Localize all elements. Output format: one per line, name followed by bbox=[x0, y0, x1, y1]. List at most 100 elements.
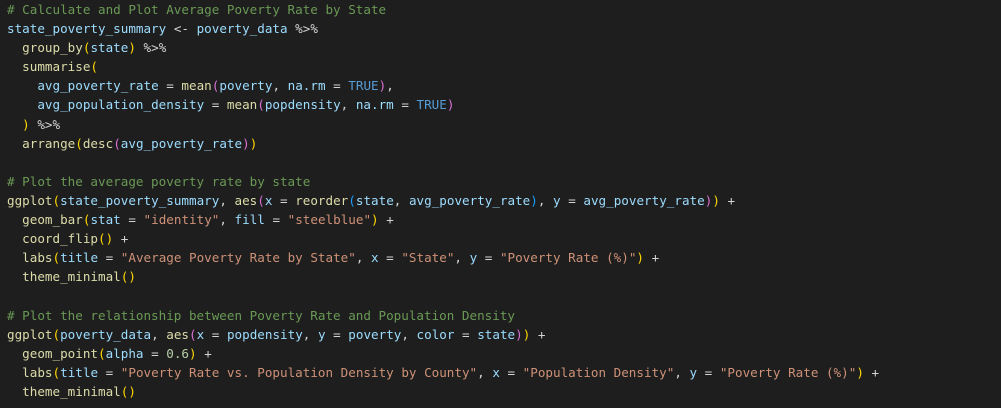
code-token: ggplot bbox=[7, 326, 53, 342]
code-line[interactable]: geom_point(alpha = 0.6) + bbox=[7, 344, 879, 363]
code-token: ) bbox=[128, 40, 136, 56]
code-line[interactable]: state_poverty_summary <- poverty_data %>… bbox=[7, 19, 879, 38]
code-token: poverty_data bbox=[60, 326, 152, 342]
code-token: poverty_data bbox=[196, 21, 288, 37]
code-line[interactable]: ggplot(state_poverty_summary, aes(x = re… bbox=[7, 191, 879, 210]
code-token: y bbox=[317, 326, 326, 342]
code-token: ( bbox=[189, 326, 197, 342]
code-token: , bbox=[340, 97, 356, 113]
code-line[interactable]: coord_flip() + bbox=[7, 229, 879, 248]
code-token: ( bbox=[52, 326, 61, 342]
code-content[interactable]: # Calculate and Plot Average Poverty Rat… bbox=[7, 0, 879, 401]
code-token: poverty bbox=[219, 78, 273, 94]
code-token: = bbox=[325, 326, 349, 342]
code-line[interactable]: labs(title = "Poverty Rate vs. Populatio… bbox=[7, 363, 879, 382]
code-token: x bbox=[492, 364, 500, 380]
code-token: avg_poverty_rate bbox=[37, 78, 159, 94]
code-token: avg_population_density bbox=[37, 97, 205, 113]
code-token: = bbox=[204, 97, 227, 113]
code-token: avg_poverty_rate bbox=[408, 192, 531, 208]
code-token: poverty bbox=[348, 326, 402, 342]
code-token: mean bbox=[181, 78, 212, 94]
code-line[interactable]: theme_minimal() bbox=[7, 382, 879, 401]
code-line[interactable]: avg_population_density = mean(popdensity… bbox=[7, 95, 879, 114]
code-line[interactable]: summarise( bbox=[7, 57, 879, 76]
code-token: na.rm bbox=[287, 78, 326, 94]
code-token: ( bbox=[348, 192, 356, 208]
code-token: = bbox=[393, 97, 417, 113]
code-token: "Poverty Rate vs. Population Density by … bbox=[120, 364, 478, 380]
code-token: = bbox=[98, 364, 121, 380]
code-line[interactable]: # Plot the average poverty rate by state bbox=[7, 172, 879, 191]
code-token: "State" bbox=[401, 250, 455, 266]
code-token: title bbox=[60, 250, 99, 266]
code-token: , bbox=[454, 250, 470, 266]
code-token: avg_poverty_rate bbox=[120, 135, 243, 151]
code-token: # Calculate and Plot Average Poverty Rat… bbox=[7, 2, 387, 17]
code-token: ) bbox=[530, 192, 538, 208]
code-line[interactable]: ) %>% bbox=[7, 115, 879, 134]
code-token: ) bbox=[636, 250, 645, 266]
code-line[interactable]: # Plot the relationship between Poverty … bbox=[7, 306, 879, 325]
code-token: = bbox=[143, 345, 167, 361]
code-line[interactable]: # Calculate and Plot Average Poverty Rat… bbox=[7, 0, 879, 19]
code-token: , bbox=[219, 192, 235, 208]
code-token: stat bbox=[90, 212, 121, 228]
code-token: theme_minimal bbox=[22, 383, 121, 399]
code-token: = bbox=[378, 250, 402, 266]
code-token: ) bbox=[712, 192, 720, 208]
code-token: ( bbox=[98, 345, 106, 361]
code-token: aes bbox=[166, 326, 190, 342]
code-token: state_poverty_summary bbox=[60, 192, 220, 208]
code-token: = bbox=[325, 78, 349, 94]
code-token: ( bbox=[52, 192, 61, 208]
code-token: ) bbox=[128, 383, 136, 399]
code-line[interactable]: arrange(desc(avg_poverty_rate)) bbox=[7, 134, 879, 153]
code-token: state bbox=[90, 40, 129, 56]
code-token: "Poverty Rate (%)" bbox=[499, 250, 637, 266]
code-token: ( bbox=[52, 364, 61, 380]
code-token: ) bbox=[22, 116, 30, 132]
code-token: desc bbox=[82, 135, 114, 151]
code-token: state bbox=[355, 192, 394, 208]
code-token: + bbox=[113, 231, 129, 247]
code-line[interactable]: geom_bar(stat = "identity", fill = "stee… bbox=[7, 210, 879, 229]
code-token: theme_minimal bbox=[22, 269, 121, 285]
code-line[interactable] bbox=[7, 153, 879, 172]
code-token: <- bbox=[166, 21, 197, 37]
code-line[interactable] bbox=[7, 286, 879, 305]
code-line[interactable]: theme_minimal() bbox=[7, 267, 879, 286]
code-line[interactable]: group_by(state) %>% bbox=[7, 38, 879, 57]
code-editor[interactable]: # Calculate and Plot Average Poverty Rat… bbox=[0, 0, 1001, 408]
code-token: "steelblue" bbox=[287, 212, 372, 228]
code-token: title bbox=[60, 364, 99, 380]
code-line[interactable]: ggplot(poverty_data, aes(x = popdensity,… bbox=[7, 325, 879, 344]
code-token: popdensity bbox=[264, 97, 341, 113]
code-token: ( bbox=[90, 59, 99, 75]
code-token: ) bbox=[856, 364, 864, 380]
code-line[interactable]: avg_poverty_rate = mean(poverty, na.rm =… bbox=[7, 76, 879, 95]
code-token: = bbox=[120, 212, 144, 228]
code-token: ( bbox=[52, 250, 61, 266]
code-token: + bbox=[196, 345, 212, 361]
code-line[interactable]: labs(title = "Average Poverty Rate by St… bbox=[7, 248, 879, 267]
code-token: coord_flip bbox=[22, 231, 98, 247]
code-token: "identity" bbox=[143, 212, 220, 228]
code-token: ) bbox=[242, 135, 250, 151]
code-token: = bbox=[272, 192, 296, 208]
code-token: %>% bbox=[29, 116, 61, 132]
code-token: "Population Density" bbox=[522, 364, 675, 380]
code-token: reorder bbox=[295, 192, 349, 208]
code-token: , bbox=[302, 326, 318, 342]
code-token: # Plot the average poverty rate by state bbox=[7, 173, 311, 189]
code-token: , bbox=[674, 364, 690, 380]
code-token: , bbox=[393, 192, 409, 208]
code-token: ( bbox=[257, 97, 265, 113]
code-token: ) bbox=[371, 212, 379, 228]
code-token: = bbox=[477, 250, 500, 266]
